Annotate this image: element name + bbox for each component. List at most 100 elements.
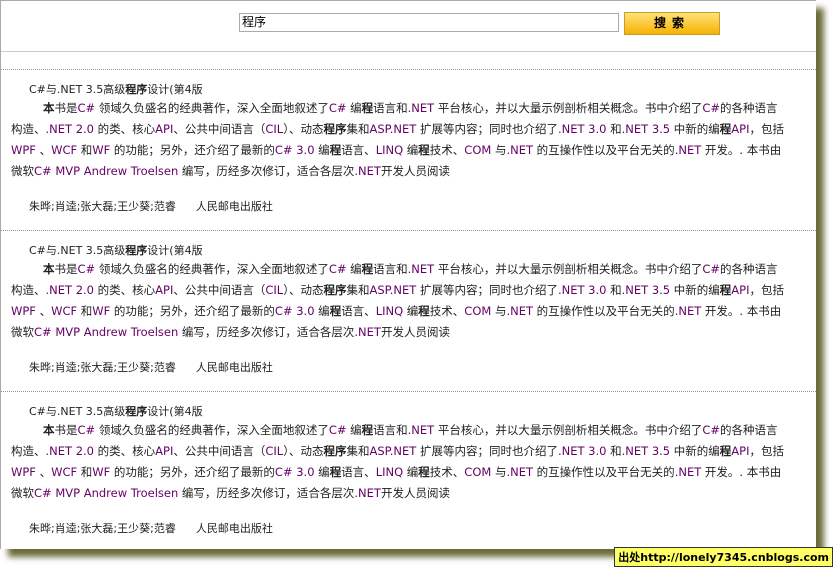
- text-segment: COM: [464, 304, 492, 318]
- text-segment: .NET: [506, 304, 534, 318]
- text-segment: 编: [403, 304, 419, 318]
- source-watermark: 出处http://lonely7345.cnblogs.com: [614, 547, 833, 567]
- text-segment: 平台核心，并以大量示例剖析相关概念。书中介绍了: [434, 101, 703, 115]
- text-segment: C#与.NET 3.5高级: [29, 83, 126, 96]
- book-title[interactable]: C#与.NET 3.5高级程序设计(第4版: [1, 82, 816, 98]
- text-segment: 语言和: [373, 423, 408, 437]
- text-segment: 和: [77, 465, 93, 479]
- text-segment: ）、动态: [283, 444, 324, 458]
- text-segment: 编写，历经多次修订，适合各层次: [178, 486, 355, 500]
- text-segment: ）、动态: [283, 283, 324, 297]
- text-segment: 、公共中间语言（: [173, 444, 266, 458]
- book-meta: 朱晔;肖逵;张大磊;王少葵;范睿 人民邮电出版社: [1, 198, 816, 214]
- keyword-highlight: 程序: [323, 283, 347, 297]
- text-segment: API: [155, 283, 174, 297]
- text-segment: C#: [328, 423, 347, 437]
- text-segment: ASP.NET: [369, 444, 417, 458]
- text-segment: .NET 2.0: [45, 122, 95, 136]
- text-segment: 和: [77, 304, 93, 318]
- text-segment: 平台核心，并以大量示例剖析相关概念。书中介绍了: [434, 423, 703, 437]
- text-segment: 编写，历经多次修订，适合各层次: [178, 164, 355, 178]
- keyword-highlight: 程序: [125, 83, 148, 96]
- keyword-highlight: 程: [329, 304, 342, 318]
- text-segment: 编: [403, 465, 419, 479]
- keyword-highlight: 程: [418, 465, 430, 479]
- text-segment: 、: [35, 304, 52, 318]
- text-segment: 技术、: [429, 304, 465, 318]
- result-item: C#与.NET 3.5高级程序设计(第4版 本书是C# 领域久负盛名的经典著作，深…: [1, 391, 816, 552]
- text-segment: 集和: [346, 122, 370, 136]
- text-segment: .NET: [506, 143, 534, 157]
- text-segment: 和: [606, 283, 622, 297]
- text-segment: C#与.NET 3.5高级: [29, 244, 126, 257]
- text-segment: C#: [328, 101, 347, 115]
- keyword-highlight: 程: [418, 143, 430, 157]
- text-segment: 编: [346, 262, 362, 276]
- text-segment: 的互操作性以及平台无关的: [533, 465, 675, 479]
- text-segment: CIL: [265, 122, 284, 136]
- book-author: 朱晔;肖逵;张大磊;王少葵;范睿: [29, 200, 176, 213]
- text-segment: .NET 3.5: [621, 122, 671, 136]
- text-segment: WPF: [11, 465, 36, 479]
- text-segment: 、公共中间语言（: [173, 283, 266, 297]
- text-segment: .NET: [407, 101, 435, 115]
- text-segment: C# 3.0: [274, 465, 315, 479]
- text-segment: WF: [92, 304, 111, 318]
- text-segment: 和: [606, 444, 622, 458]
- text-segment: WF: [92, 143, 111, 157]
- text-segment: .NET: [407, 423, 435, 437]
- text-segment: .NET 3.0: [557, 283, 607, 297]
- text-segment: ASP.NET: [369, 122, 417, 136]
- keyword-highlight: 程: [361, 262, 374, 276]
- text-segment: LINQ: [375, 143, 404, 157]
- text-segment: .NET 3.0: [557, 122, 607, 136]
- book-meta: 朱晔;肖逵;张大磊;王少葵;范睿 人民邮电出版社: [1, 359, 816, 375]
- text-segment: LINQ: [375, 465, 404, 479]
- book-author: 朱晔;肖逵;张大磊;王少葵;范睿: [29, 361, 176, 374]
- text-segment: C#: [77, 101, 96, 115]
- book-publisher: 人民邮电出版社: [195, 361, 273, 374]
- text-segment: C# 3.0: [274, 304, 315, 318]
- text-segment: API: [731, 122, 750, 136]
- page-frame: 搜索 C#与.NET 3.5高级程序设计(第4版本书是C# 领域久负盛名的经典著…: [0, 0, 816, 549]
- text-segment: .NET 2.0: [45, 444, 95, 458]
- text-segment: 领域久负盛名的经典著作，深入全面地叙述了: [95, 423, 329, 437]
- keyword-highlight: 程: [361, 423, 374, 437]
- book-title[interactable]: C#与.NET 3.5高级程序设计(第4版: [1, 404, 816, 420]
- text-segment: 语言、: [341, 304, 376, 318]
- text-segment: C# MVP Andrew Troelsen: [34, 164, 179, 178]
- text-segment: 和: [77, 143, 93, 157]
- text-segment: COM: [464, 143, 492, 157]
- text-segment: .NET 2.0: [45, 283, 95, 297]
- text-segment: LINQ: [375, 304, 404, 318]
- text-segment: 设计(第4版: [147, 405, 203, 418]
- text-segment: C#: [702, 101, 721, 115]
- text-segment: 开发人员阅读: [380, 325, 450, 339]
- text-segment: API: [155, 122, 174, 136]
- search-button[interactable]: 搜索: [624, 12, 720, 35]
- text-segment: 扩展等内容；同时也介绍了: [416, 444, 558, 458]
- text-segment: .NET: [354, 325, 381, 339]
- keyword-highlight: 本: [43, 101, 55, 115]
- text-segment: 中新的编: [670, 444, 720, 458]
- text-segment: COM: [464, 465, 492, 479]
- text-segment: 的互操作性以及平台无关的: [533, 143, 675, 157]
- text-segment: API: [155, 444, 174, 458]
- text-segment: 技术、: [429, 465, 465, 479]
- book-description: 本书是C# 领域久负盛名的经典著作，深入全面地叙述了C# 编程语言和.NET 平…: [1, 98, 816, 182]
- text-segment: ，包括: [749, 122, 784, 136]
- text-segment: CIL: [265, 283, 284, 297]
- book-meta: 朱晔;肖逵;张大磊;王少葵;范睿 人民邮电出版社: [1, 520, 816, 536]
- text-segment: .NET: [354, 164, 381, 178]
- text-segment: .NET: [407, 262, 435, 276]
- text-segment: 开发人员阅读: [380, 486, 450, 500]
- text-segment: 集和: [346, 444, 370, 458]
- text-segment: 编: [314, 143, 330, 157]
- text-segment: 中新的编: [670, 122, 720, 136]
- text-segment: 书是: [54, 262, 78, 276]
- book-title[interactable]: C#与.NET 3.5高级程序设计(第4版: [1, 243, 816, 259]
- text-segment: 的类、核心: [94, 283, 156, 297]
- text-segment: ）、动态: [283, 122, 324, 136]
- search-input[interactable]: [239, 13, 619, 32]
- result-item: C#与.NET 3.5高级程序设计(第4版 本书是C# 领域久负盛名的经典著作，深…: [1, 69, 816, 230]
